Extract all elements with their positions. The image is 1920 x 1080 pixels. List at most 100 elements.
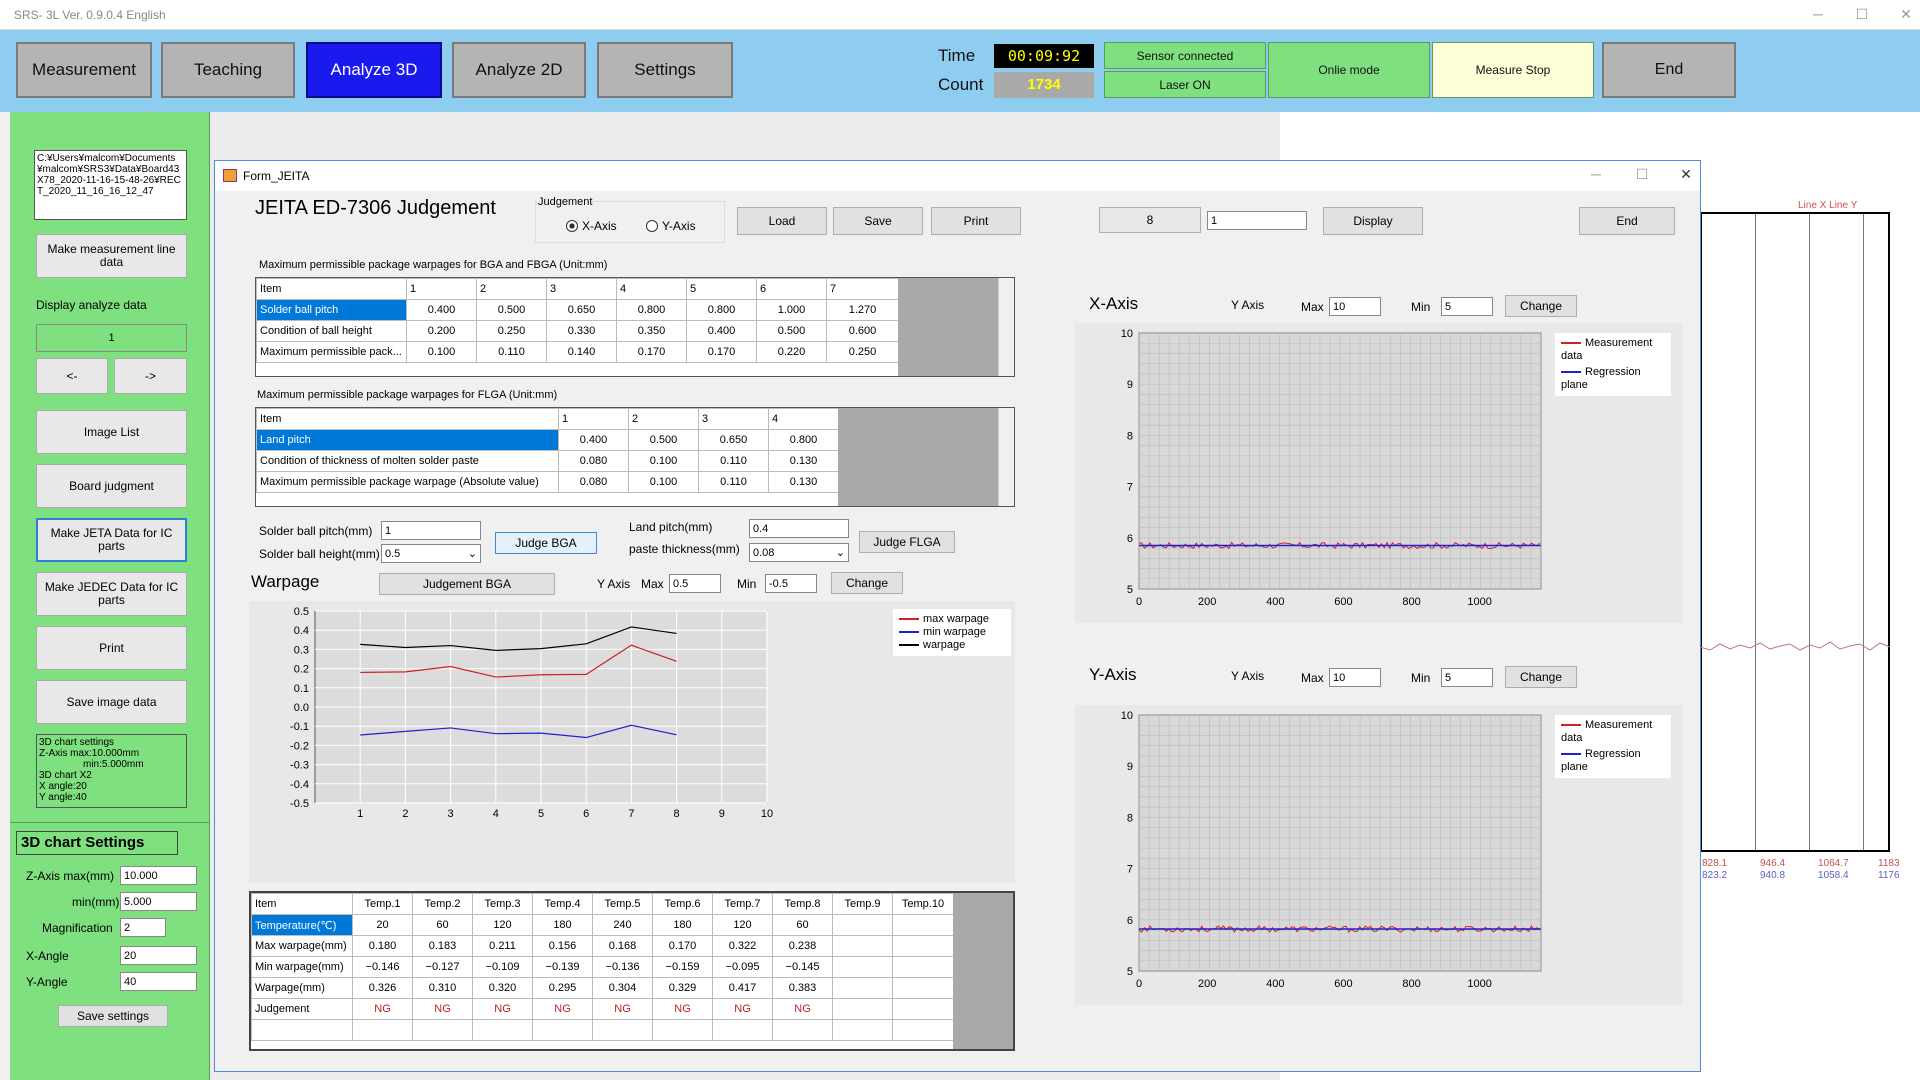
bga-cell[interactable]: 0.500 — [756, 320, 827, 342]
temp-cell[interactable]: 0.156 — [532, 935, 593, 957]
bga-cell[interactable]: 1.000 — [756, 299, 827, 321]
judge-bga-button[interactable]: Judge BGA — [495, 532, 597, 554]
bga-cell[interactable]: 0.350 — [616, 320, 687, 342]
temp-cell[interactable]: −0.095 — [712, 956, 773, 978]
temp-cell[interactable] — [772, 1019, 833, 1041]
flga-cell[interactable]: 0.110 — [698, 471, 769, 493]
flga-cell[interactable]: Land pitch — [256, 429, 559, 451]
temp-cell[interactable]: −0.127 — [412, 956, 473, 978]
temp-cell[interactable]: 0.295 — [532, 977, 593, 999]
measure-stop-button[interactable]: Measure Stop — [1432, 42, 1594, 98]
minimize-icon[interactable]: ─ — [1808, 6, 1828, 22]
temp-cell[interactable] — [892, 935, 954, 957]
zmax-input[interactable]: 10.000 — [120, 866, 197, 885]
temp-cell[interactable]: NG — [772, 998, 833, 1020]
ball-pitch-input[interactable]: 1 — [381, 521, 481, 540]
flga-cell[interactable]: 0.130 — [768, 471, 839, 493]
zmin-input[interactable]: 5.000 — [120, 892, 197, 911]
temp-cell[interactable]: 240 — [592, 914, 653, 936]
bga-cell[interactable]: Solder ball pitch — [256, 299, 407, 321]
yangle-input[interactable]: 40 — [120, 972, 197, 991]
mag-stepper[interactable]: 2 — [120, 918, 166, 937]
table-row[interactable]: Condition of ball height 0.200 0.250 0.3… — [256, 320, 899, 342]
temp-cell[interactable]: NG — [592, 998, 653, 1020]
warp-change-button[interactable]: Change — [831, 572, 903, 594]
table-row[interactable]: Max warpage(mm) 0.180 0.183 0.211 0.156 0.168… — [251, 935, 954, 957]
temp-cell[interactable] — [652, 1019, 713, 1041]
temp-cell[interactable] — [412, 1019, 473, 1041]
display-analyze-value[interactable]: 1 — [36, 324, 187, 352]
flga-cell[interactable]: Maximum permissible package warpage (Abs… — [256, 471, 559, 493]
temp-cell[interactable]: 60 — [412, 914, 473, 936]
nav-analyze-3d[interactable]: Analyze 3D — [306, 42, 442, 98]
flga-cell[interactable]: 0.100 — [628, 450, 699, 472]
table-row[interactable]: Warpage(mm) 0.326 0.310 0.320 0.295 0.304 0.32… — [251, 977, 954, 999]
close-icon[interactable]: ✕ — [1896, 6, 1916, 23]
temp-cell[interactable]: NG — [652, 998, 713, 1020]
field-2[interactable]: 1 — [1207, 211, 1307, 230]
temp-cell[interactable]: 180 — [652, 914, 713, 936]
make-jedec-button[interactable]: Make JEDEC Data for IC parts — [36, 572, 187, 616]
temp-cell[interactable] — [892, 956, 954, 978]
nav-settings[interactable]: Settings — [597, 42, 733, 98]
bga-cell[interactable]: 0.250 — [826, 341, 899, 363]
ball-height-select[interactable]: 0.5 ⌄ — [381, 544, 481, 563]
bga-cell[interactable]: 0.220 — [756, 341, 827, 363]
save-button[interactable]: Save — [833, 207, 923, 235]
image-list-button[interactable]: Image List — [36, 410, 187, 454]
temp-cell[interactable]: −0.146 — [352, 956, 413, 978]
xaxis-radio[interactable] — [566, 220, 578, 232]
flga-cell[interactable]: 0.800 — [768, 429, 839, 451]
bga-cell[interactable]: 0.800 — [616, 299, 687, 321]
temp-cell[interactable]: Warpage(mm) — [251, 977, 353, 999]
bga-cell[interactable]: 0.330 — [546, 320, 617, 342]
temp-cell[interactable]: 0.329 — [652, 977, 713, 999]
bga-scrollbar[interactable] — [998, 278, 1014, 376]
bga-cell[interactable]: Condition of ball height — [256, 320, 407, 342]
temp-cell[interactable]: 60 — [772, 914, 833, 936]
yaxis-change-button[interactable]: Change — [1505, 666, 1577, 688]
temp-cell[interactable]: 0.170 — [652, 935, 713, 957]
next-button[interactable]: -> — [114, 358, 187, 394]
form-minimize-icon[interactable]: ─ — [1586, 166, 1606, 182]
temp-cell[interactable]: −0.109 — [472, 956, 533, 978]
temp-cell[interactable] — [832, 1019, 893, 1041]
table-row[interactable]: Maximum permissible pack... 0.100 0.110 … — [256, 341, 899, 363]
temp-cell[interactable]: −0.145 — [772, 956, 833, 978]
temp-cell[interactable]: −0.136 — [592, 956, 653, 978]
temp-cell[interactable]: 0.168 — [592, 935, 653, 957]
xaxis-change-button[interactable]: Change — [1505, 295, 1577, 317]
temp-cell[interactable]: NG — [412, 998, 473, 1020]
prev-button[interactable]: <- — [36, 358, 108, 394]
bga-cell[interactable]: 0.800 — [686, 299, 757, 321]
make-jeta-button[interactable]: Make JETA Data for IC parts — [36, 518, 187, 562]
temp-cell[interactable]: 0.238 — [772, 935, 833, 957]
paste-select[interactable]: 0.08 ⌄ — [749, 543, 849, 562]
table-row[interactable]: Maximum permissible package warpage (Abs… — [256, 471, 839, 493]
bga-cell[interactable]: Maximum permissible pack... — [256, 341, 407, 363]
judge-flga-button[interactable]: Judge FLGA — [859, 531, 955, 553]
temp-cell[interactable]: 0.322 — [712, 935, 773, 957]
print-button[interactable]: Print — [36, 626, 187, 670]
bga-cell[interactable]: 0.500 — [476, 299, 547, 321]
table-row[interactable]: Judgement NG NG NG NG NG NG NG NG — [251, 998, 954, 1020]
yaxis-radio[interactable] — [646, 220, 658, 232]
bga-cell[interactable]: 0.400 — [406, 299, 477, 321]
temp-cell[interactable]: 0.211 — [472, 935, 533, 957]
temp-cell[interactable]: 0.383 — [772, 977, 833, 999]
temp-cell[interactable]: 0.180 — [352, 935, 413, 957]
bga-cell[interactable]: 0.170 — [686, 341, 757, 363]
temp-cell[interactable] — [832, 977, 893, 999]
bga-cell[interactable]: 0.250 — [476, 320, 547, 342]
temp-cell[interactable]: NG — [712, 998, 773, 1020]
xaxis-min-input[interactable]: 5 — [1441, 297, 1493, 316]
temp-cell[interactable]: Judgement — [251, 998, 353, 1020]
temp-cell[interactable] — [892, 998, 954, 1020]
temp-cell[interactable] — [832, 935, 893, 957]
bga-cell[interactable]: 0.170 — [616, 341, 687, 363]
temp-cell[interactable]: NG — [532, 998, 593, 1020]
display-button[interactable]: Display — [1323, 207, 1423, 235]
flga-scrollbar[interactable] — [998, 408, 1014, 506]
make-line-data-button[interactable]: Make measurement line data — [36, 234, 187, 278]
temp-cell[interactable]: 0.417 — [712, 977, 773, 999]
